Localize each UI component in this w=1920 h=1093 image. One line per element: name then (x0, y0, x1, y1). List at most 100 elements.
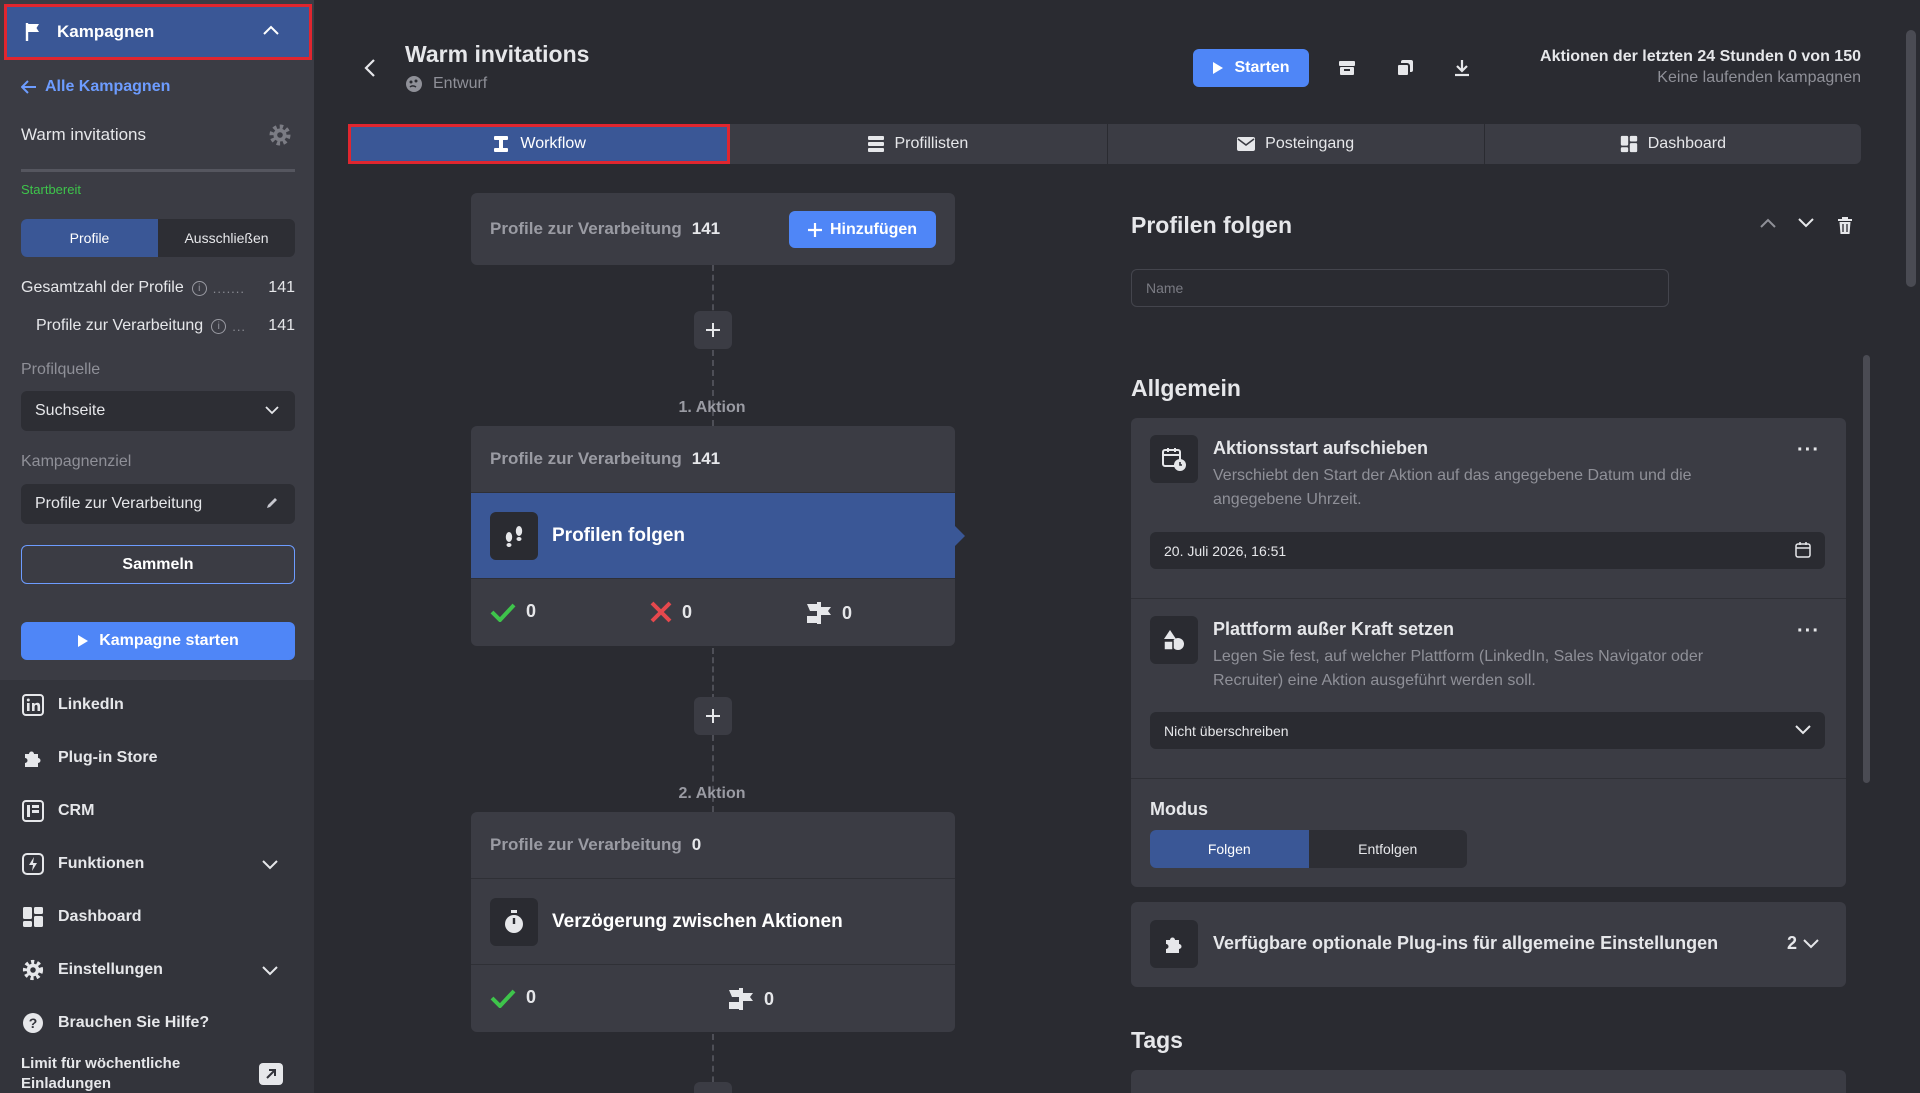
nav-label: Plug-in Store (58, 749, 158, 766)
action-follow-profiles[interactable]: Profilen folgen (471, 493, 955, 579)
draft-label: Entwurf (433, 75, 488, 92)
optional-plugins-count: 2 (1787, 933, 1819, 954)
chevron-down-icon[interactable] (1803, 938, 1819, 949)
arrow-left-icon (21, 80, 36, 94)
sidebar-item-linkedin[interactable]: LinkedIn (22, 694, 124, 716)
processing-profiles-label: Profile zur Verarbeitung (36, 317, 204, 334)
delay-date-field[interactable]: 20. Juli 2026, 16:51 (1150, 532, 1825, 569)
check-icon (490, 603, 516, 622)
collect-button[interactable]: Sammeln (21, 545, 295, 584)
segment-profiles[interactable]: Profile (21, 219, 158, 257)
more-options-icon[interactable]: ··· (1797, 620, 1820, 643)
sidebar-item-crm[interactable]: CRM (22, 800, 94, 822)
optional-plugins-section[interactable]: Verfügbare optionale Plug-ins für allgem… (1131, 902, 1846, 987)
plus-icon (807, 222, 822, 237)
sidebar-item-dashboard[interactable]: Dashboard (22, 906, 142, 928)
tab-workflow[interactable]: Workflow (348, 124, 731, 164)
nav-label: Funktionen (58, 855, 145, 872)
copy-icon[interactable] (1395, 58, 1415, 78)
chevron-up-icon[interactable] (263, 25, 279, 35)
chevron-down-icon (1795, 725, 1811, 735)
page-scrollbar-thumb[interactable] (1906, 30, 1916, 287)
chevron-down-icon[interactable] (262, 966, 278, 976)
action-profiles-count: 0 (691, 835, 702, 854)
nav-label: Dashboard (58, 908, 142, 925)
chevron-down-icon[interactable] (262, 860, 278, 870)
profile-source-select[interactable]: Suchseite (21, 391, 295, 431)
play-icon (1213, 62, 1224, 74)
platform-override-description: Legen Sie fest, auf welcher Plattform (L… (1213, 648, 1704, 689)
tab-label: Workflow (520, 135, 586, 152)
tab-inbox[interactable]: Posteingang (1108, 124, 1485, 164)
action-name: Verzögerung zwischen Aktionen (552, 910, 843, 932)
campaign-goal-field[interactable]: Profile zur Verarbeitung (21, 484, 295, 524)
action-card-1[interactable]: Profile zur Verarbeitung 141 Profilen fo… (471, 426, 955, 646)
processing-profiles-value: 141 (268, 317, 295, 334)
divider (1131, 778, 1846, 779)
stopwatch-icon (490, 897, 538, 946)
x-icon (650, 601, 672, 623)
add-step-button[interactable] (694, 311, 732, 349)
sidebar: Kampagnen Alle Kampagnen Warm invitation… (0, 0, 314, 1093)
total-profiles-row: Gesamtzahl der Profile i ....... 141 (21, 279, 295, 297)
draft-status: Entwurf (405, 75, 487, 93)
status-ready: Startbereit (21, 182, 81, 197)
external-link-icon[interactable] (259, 1063, 283, 1085)
connector-line (712, 648, 714, 700)
platform-select[interactable]: Nicht überschreiben (1150, 712, 1825, 749)
trash-icon[interactable] (1838, 217, 1852, 235)
add-profiles-button[interactable]: Hinzufügen (789, 211, 936, 248)
svg-text:?: ? (29, 1015, 38, 1031)
download-icon[interactable] (1452, 58, 1472, 78)
gear-icon[interactable] (268, 123, 292, 147)
tab-profile-lists[interactable]: Profillisten (730, 124, 1108, 164)
divider (1131, 598, 1846, 599)
dashboard-icon (1620, 135, 1637, 153)
archive-icon[interactable] (1337, 58, 1357, 78)
pencil-icon[interactable] (265, 496, 279, 510)
chevron-down-icon (265, 406, 279, 415)
panel-title: Profilen folgen (1131, 212, 1292, 238)
sidebar-item-settings[interactable]: Einstellungen (22, 959, 163, 981)
start-campaign-button[interactable]: Kampagne starten (21, 622, 295, 660)
profiles-to-process-count: 141 (691, 219, 721, 238)
tab-dashboard[interactable]: Dashboard (1485, 124, 1861, 164)
all-campaigns-link[interactable]: Alle Kampagnen (21, 78, 170, 96)
action-name: Profilen folgen (552, 524, 685, 546)
puzzle-icon (1150, 920, 1198, 968)
add-step-button[interactable] (694, 1082, 732, 1093)
action-profiles-count: 141 (691, 449, 721, 468)
action-name-input[interactable] (1131, 269, 1669, 307)
info-icon: i (211, 318, 227, 334)
draft-icon (406, 76, 422, 92)
chevron-up-icon[interactable] (1760, 218, 1776, 228)
sidebar-item-plugin-store[interactable]: Plug-in Store (22, 747, 158, 769)
mode-follow[interactable]: Folgen (1150, 830, 1309, 868)
delay-start-title: Aktionsstart aufschieben (1213, 438, 1429, 458)
chevron-down-icon[interactable] (1798, 218, 1814, 228)
nav-label: CRM (58, 802, 95, 819)
tab-bar: Workflow Profillisten Posteingang Dashbo… (348, 124, 1861, 164)
action-delay[interactable]: Verzögerung zwischen Aktionen (471, 879, 955, 965)
sidebar-item-functions[interactable]: Funktionen (22, 853, 144, 875)
back-arrow-icon[interactable] (364, 58, 376, 78)
skipped-count: 0 (842, 602, 853, 623)
action-card-2[interactable]: Profile zur Verarbeitung 0 Verzögerung z… (471, 812, 955, 1032)
lightning-icon (22, 853, 44, 875)
start-label: Starten (1234, 59, 1290, 76)
nav-label: Brauchen Sie Hilfe? (58, 1014, 210, 1031)
sidebar-item-help[interactable]: ? Brauchen Sie Hilfe? (22, 1012, 209, 1034)
campaigns-header[interactable]: Kampagnen (4, 4, 312, 60)
add-step-button[interactable] (694, 697, 732, 735)
mode-unfollow[interactable]: Entfolgen (1309, 830, 1468, 868)
action-profiles-label: Profile zur Verarbeitung (490, 835, 682, 854)
start-button[interactable]: Starten (1193, 49, 1309, 87)
failed-stat: 0 (650, 601, 692, 623)
segment-exclude[interactable]: Ausschließen (158, 219, 295, 257)
signpost-icon (807, 602, 831, 624)
more-options-icon[interactable]: ··· (1797, 439, 1820, 462)
platform-override-title: Plattform außer Kraft setzen (1213, 619, 1455, 639)
panel-scrollbar[interactable] (1863, 355, 1870, 783)
profile-source-value: Suchseite (35, 402, 106, 419)
gear-icon (22, 959, 44, 981)
